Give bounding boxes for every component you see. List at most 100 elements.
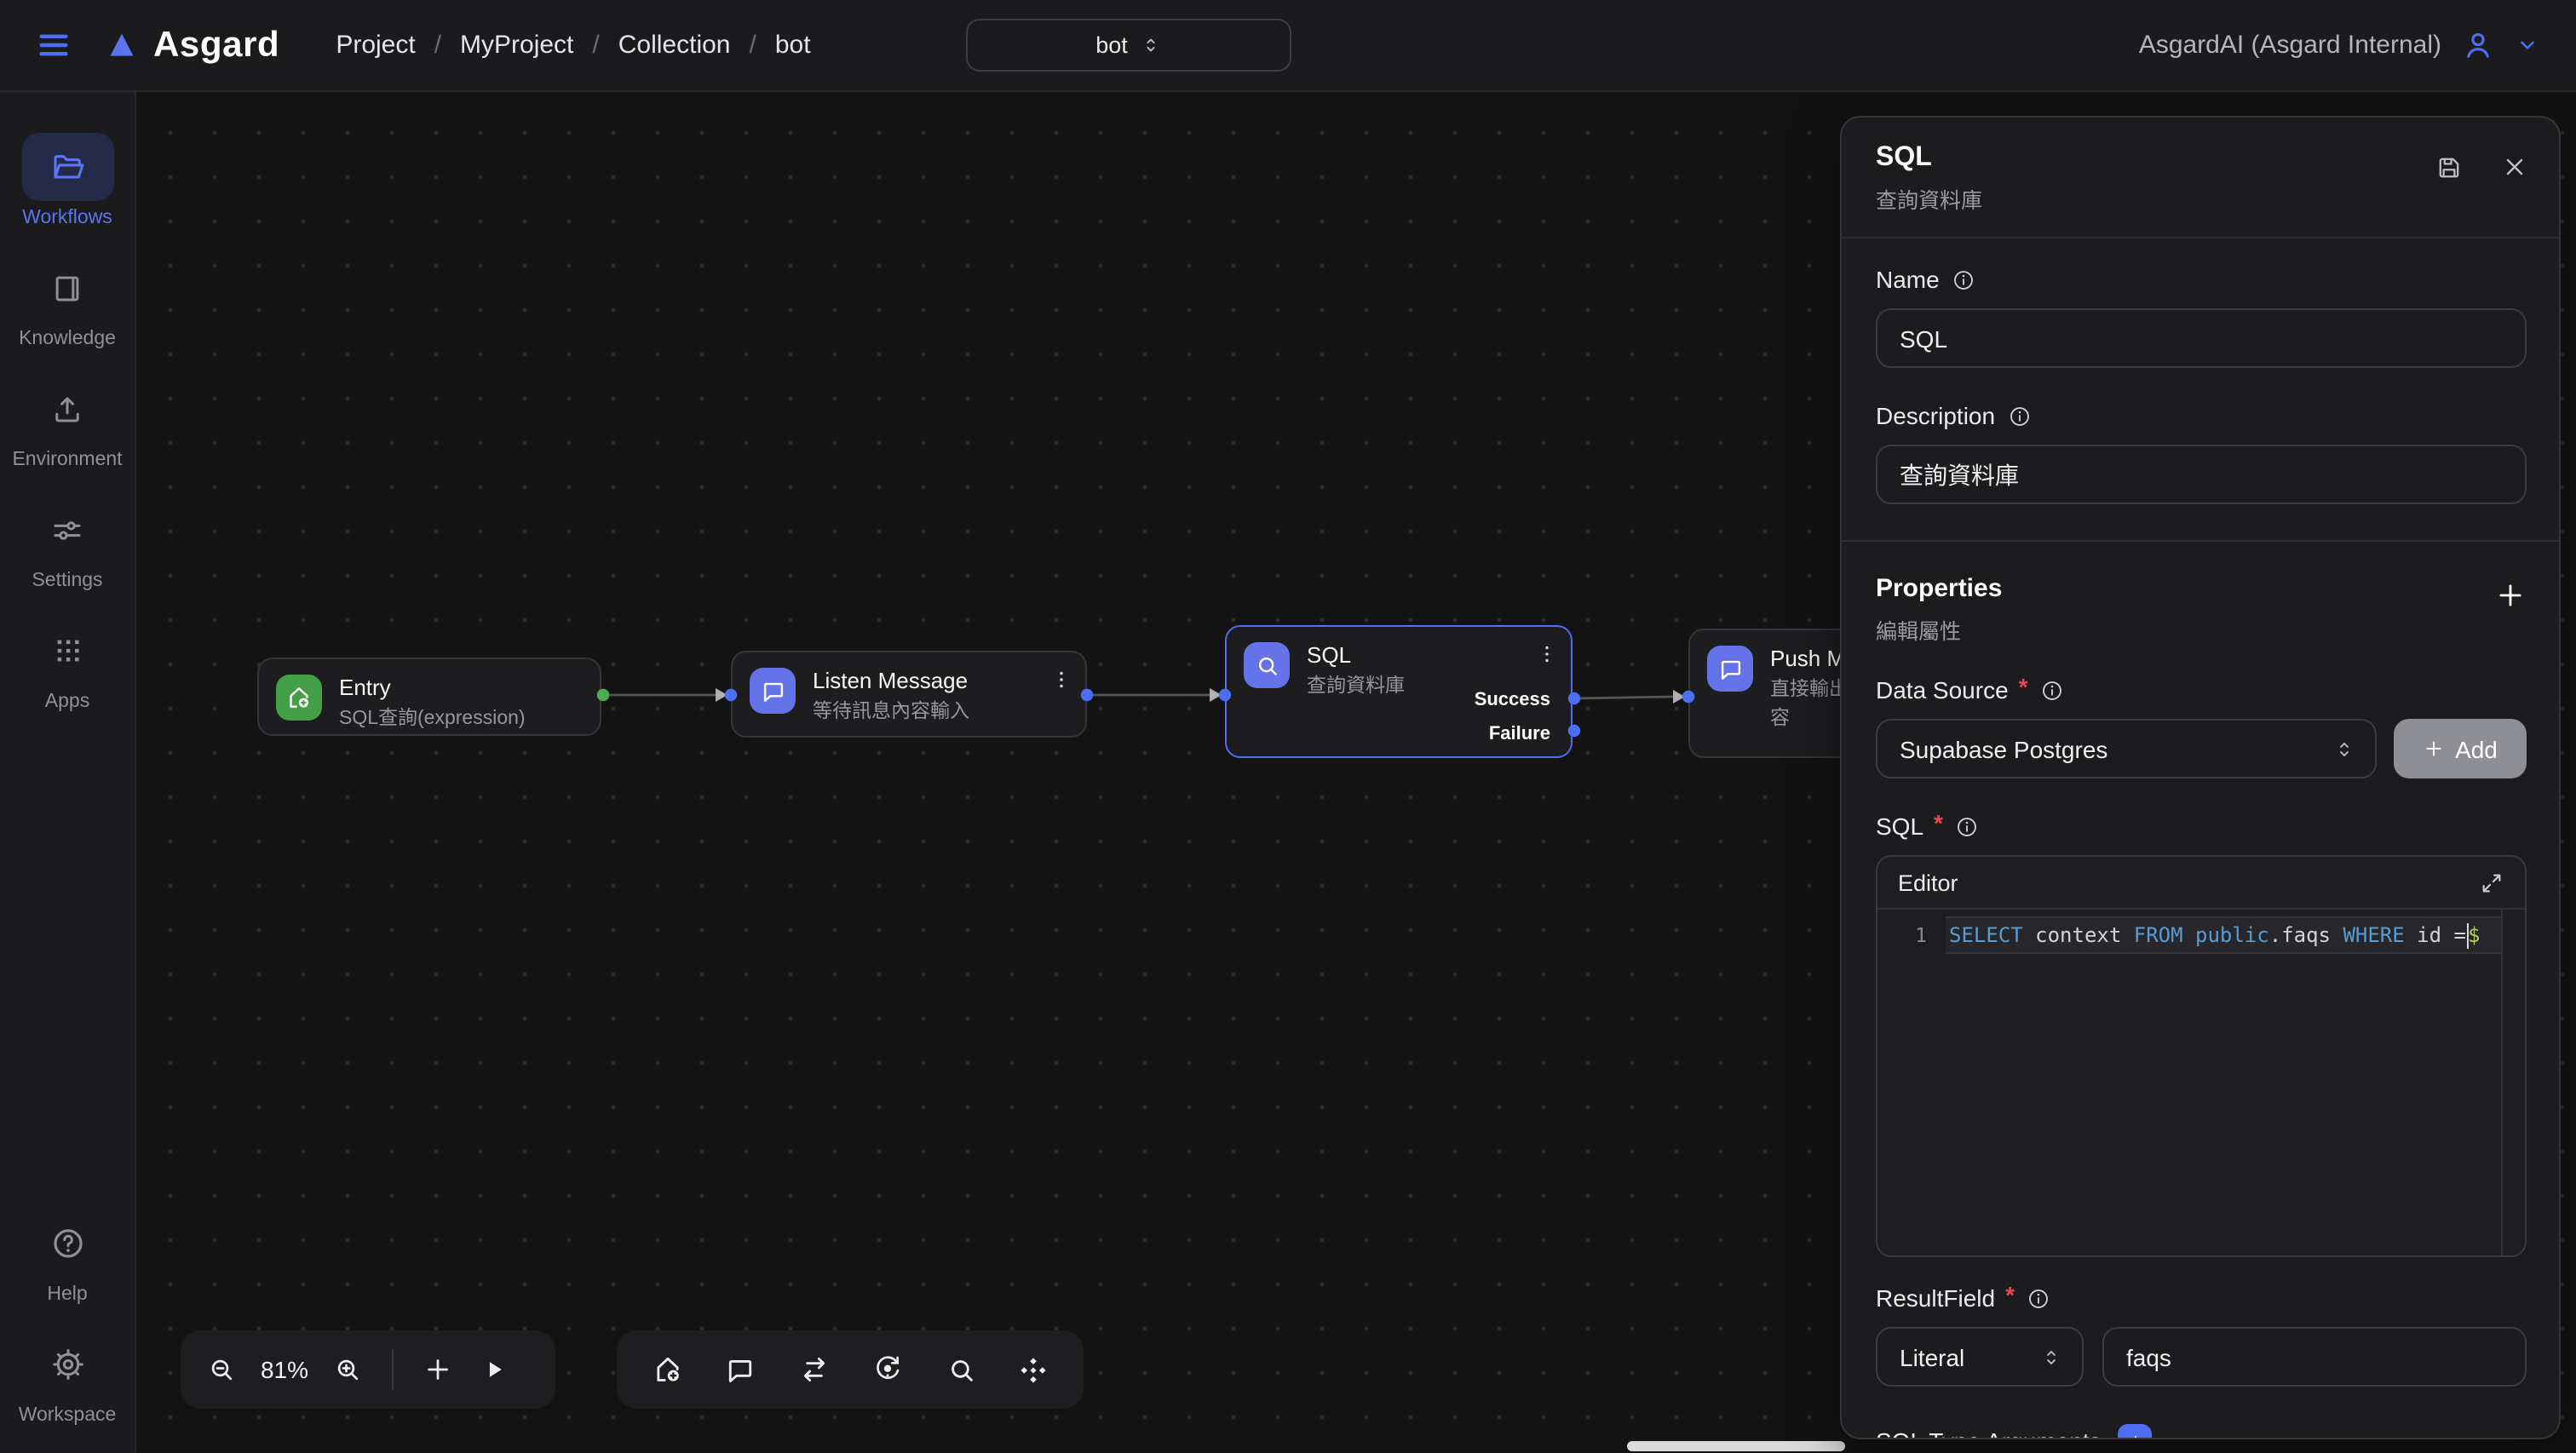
result-field-input[interactable]: faqs: [2102, 1327, 2527, 1387]
editor-scrollbar-track[interactable]: [2501, 910, 2503, 1255]
editor-body[interactable]: 1 SELECT context FROM public.faqs WHERE …: [1877, 910, 2525, 1255]
panel-header: SQL 查詢資料庫: [1842, 118, 2559, 238]
sql-type-arguments-row: SQL Type Arguments: [1876, 1424, 2527, 1439]
properties-subtitle: 編輯屬性: [1876, 613, 2002, 646]
sidebar-item-environment[interactable]: Environment: [12, 375, 122, 470]
breadcrumb-bot[interactable]: bot: [775, 31, 811, 60]
breadcrumb-myproject[interactable]: MyProject: [460, 31, 573, 60]
name-input[interactable]: SQL: [1876, 308, 2527, 368]
description-input[interactable]: 查詢資料庫: [1876, 445, 2527, 504]
add-property-plus-icon[interactable]: [2494, 579, 2527, 612]
description-label-row: Description: [1876, 402, 2527, 429]
canvas-horizontal-scrollbar[interactable]: [1627, 1441, 1845, 1451]
properties-header: Properties 編輯屬性: [1876, 574, 2527, 646]
apps-grid-icon: [21, 617, 113, 685]
sidebar-item-workspace[interactable]: Workspace: [19, 1330, 117, 1426]
hamburger-menu-icon[interactable]: [34, 26, 73, 65]
node-subtitle: 查詢資料庫: [1307, 675, 1405, 702]
node-title: SQL: [1307, 642, 1405, 670]
port-failure[interactable]: Failure: [1489, 724, 1550, 744]
code-content: SELECT context FROM public.faqs WHERE id…: [1946, 916, 2503, 954]
breadcrumb-project[interactable]: Project: [336, 31, 415, 60]
plus-icon: [2423, 738, 2445, 760]
top-navbar: Asgard Project / MyProject / Collection …: [0, 0, 2576, 92]
node-entry[interactable]: Entry SQL查詢(expression): [257, 658, 601, 736]
data-source-select[interactable]: Supabase Postgres: [1876, 719, 2377, 778]
data-source-label: Data Source: [1876, 676, 2009, 704]
magnifier-icon: [1244, 642, 1290, 688]
node-sql[interactable]: SQL 查詢資料庫 Success Failure: [1225, 625, 1573, 758]
section-divider: [1842, 540, 2559, 542]
app-logo[interactable]: Asgard: [106, 25, 279, 66]
sidebar-item-label: Apps: [45, 692, 89, 712]
data-source-row: Supabase Postgres Add: [1876, 719, 2527, 778]
breadcrumb-collection[interactable]: Collection: [618, 31, 731, 60]
node-listen-message[interactable]: Listen Message 等待訊息內容輸入: [731, 651, 1087, 738]
run-workflow-button[interactable]: [480, 1356, 508, 1383]
user-icon[interactable]: [2460, 27, 2496, 63]
sidebar-item-help[interactable]: Help: [21, 1209, 113, 1305]
info-icon[interactable]: [1952, 267, 1977, 292]
close-icon[interactable]: [2501, 153, 2528, 182]
sliders-icon: [21, 496, 113, 564]
kebab-menu-icon[interactable]: [1049, 668, 1073, 692]
sidebar-item-knowledge[interactable]: Knowledge: [19, 254, 116, 349]
sql-code-editor: Editor 1 SELECT context FROM public.faqs…: [1876, 855, 2527, 1257]
breadcrumb: Project / MyProject / Collection / bot: [336, 31, 810, 60]
search-tool-icon[interactable]: [946, 1353, 978, 1386]
code-token: faqs: [2281, 923, 2343, 947]
select-updown-icon: [2332, 737, 2356, 761]
workflow-select-value: bot: [1095, 32, 1128, 58]
toolbar-divider: [392, 1349, 394, 1390]
sidebar-item-label: Workflows: [22, 208, 112, 228]
add-data-source-button[interactable]: Add: [2394, 719, 2527, 778]
zoom-out-icon[interactable]: [206, 1354, 237, 1385]
folder-icon: [21, 133, 113, 201]
code-token: FROM: [2134, 923, 2195, 947]
sidebar-item-label: Environment: [12, 450, 122, 470]
panel-body: Name SQL Description 查詢資料庫 Properties 編輯…: [1842, 266, 2559, 1439]
data-source-label-row: Data Source *: [1876, 676, 2527, 704]
sidebar-item-label: Help: [47, 1284, 87, 1305]
save-icon[interactable]: [2435, 153, 2464, 182]
code-token: id: [2417, 923, 2453, 947]
editor-title: Editor: [1898, 870, 1958, 895]
name-label: Name: [1876, 266, 1940, 293]
panel-subtitle: 查詢資料庫: [1876, 182, 2528, 215]
description-label: Description: [1876, 402, 1995, 429]
entry-node-tool-icon[interactable]: [651, 1352, 685, 1387]
brand-name: Asgard: [153, 25, 279, 66]
result-field-label-row: ResultField *: [1876, 1284, 2527, 1312]
sidebar-item-settings[interactable]: Settings: [21, 496, 113, 591]
add-node-button[interactable]: [423, 1354, 453, 1385]
entry-house-plus-icon: [276, 675, 322, 721]
kebab-menu-icon[interactable]: [1535, 642, 1559, 666]
result-field-type-select[interactable]: Literal: [1876, 1327, 2084, 1387]
select-updown-icon: [2039, 1345, 2063, 1369]
sidebar-item-workflows[interactable]: Workflows: [21, 133, 113, 228]
result-field-row: Literal faqs: [1876, 1327, 2527, 1387]
expand-editor-icon[interactable]: [2479, 870, 2504, 895]
swap-arrows-tool-icon[interactable]: [797, 1352, 831, 1387]
account-chevron-down-icon[interactable]: [2515, 32, 2540, 58]
move-diamond-tool-icon[interactable]: [1018, 1353, 1050, 1386]
sidebar-item-apps[interactable]: Apps: [21, 617, 113, 712]
node-text: Listen Message 等待訊息內容輸入: [813, 668, 969, 727]
properties-title: Properties: [1876, 574, 2002, 603]
port-success[interactable]: Success: [1475, 690, 1550, 710]
node-text: SQL 查詢資料庫: [1307, 642, 1405, 702]
message-node-tool-icon[interactable]: [725, 1353, 757, 1386]
restart-pin-tool-icon[interactable]: [871, 1352, 906, 1387]
info-icon[interactable]: [2027, 1285, 2052, 1311]
workflow-select-dropdown[interactable]: bot: [966, 19, 1291, 72]
info-icon[interactable]: [1955, 813, 1981, 839]
add-button-label: Add: [2455, 735, 2498, 762]
zoom-in-icon[interactable]: [332, 1354, 363, 1385]
add-sql-type-argument-button[interactable]: [2119, 1424, 2153, 1439]
required-asterisk: *: [1934, 809, 1943, 836]
code-token: .: [2269, 923, 2281, 947]
code-token: =: [2454, 923, 2466, 947]
info-icon[interactable]: [2040, 677, 2066, 703]
sql-type-arguments-label: SQL Type Arguments: [1876, 1427, 2102, 1439]
info-icon[interactable]: [2007, 403, 2033, 428]
